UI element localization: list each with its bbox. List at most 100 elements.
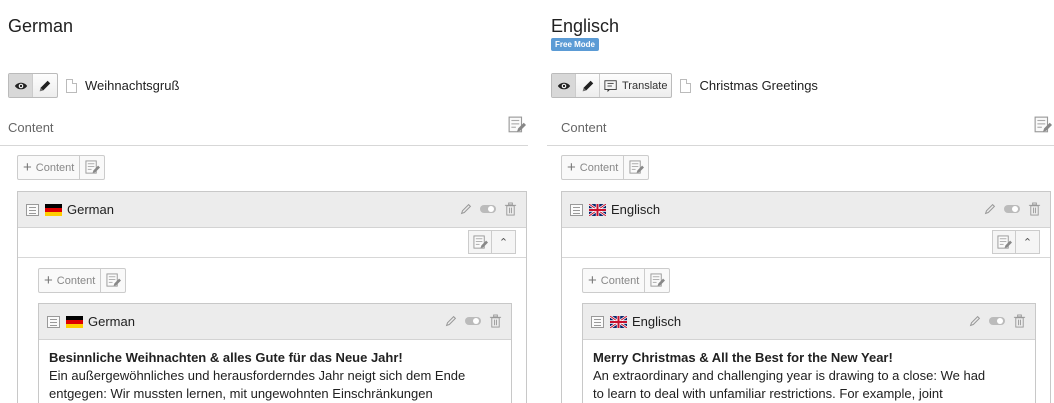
collapse-button[interactable]: ⌃: [492, 231, 515, 253]
uk-flag-icon: [589, 204, 606, 216]
edit-column-button[interactable]: [508, 116, 526, 137]
inner-paste-content-button[interactable]: [645, 269, 669, 292]
paste-content-button[interactable]: [624, 156, 648, 179]
view-button[interactable]: [9, 74, 33, 97]
edit-element-button[interactable]: [441, 311, 461, 331]
inner-add-content-button[interactable]: + Content: [38, 268, 127, 293]
toggle-visibility-button[interactable]: [987, 311, 1007, 331]
add-content-label: Content: [35, 161, 75, 174]
edit-element-button[interactable]: [980, 199, 1000, 219]
edit-content-icon: [508, 116, 526, 134]
container-title: German: [67, 202, 114, 217]
edit-element-button[interactable]: [456, 199, 476, 219]
toggle-icon: [1003, 203, 1021, 215]
edit-container-content-button[interactable]: [469, 231, 492, 253]
text-type-icon: [47, 315, 60, 328]
container-type-icon: [26, 203, 39, 216]
add-content-button[interactable]: + Content: [17, 155, 106, 180]
text-heading: Merry Christmas & All the Best for the N…: [593, 350, 893, 365]
view-button[interactable]: [552, 74, 576, 97]
toggle-visibility-button[interactable]: [1002, 199, 1022, 219]
eye-icon: [14, 79, 28, 93]
inner-paste-content-button[interactable]: [101, 269, 125, 292]
paste-content-button[interactable]: [80, 156, 104, 179]
page-title: Christmas Greetings: [699, 78, 818, 93]
element-actions: [441, 311, 505, 331]
container-type-icon: [570, 203, 583, 216]
toggle-icon: [464, 315, 482, 327]
translate-label: Translate: [622, 79, 668, 92]
chevron-up-icon: ⌃: [1022, 236, 1033, 249]
chevron-up-icon: ⌃: [498, 236, 509, 249]
page-toolbar: Translate Christmas Greetings: [551, 73, 818, 98]
trash-icon: [1028, 202, 1041, 217]
container-subbar-buttons: ⌃: [468, 230, 516, 254]
translate-button[interactable]: Translate: [600, 74, 671, 97]
language-title: Englisch: [551, 16, 620, 36]
plus-icon: +: [567, 159, 576, 176]
edit-content-icon: [1034, 116, 1052, 134]
eye-icon: [557, 79, 571, 93]
element-actions: [980, 199, 1044, 219]
language-title: German: [8, 16, 74, 36]
german-flag-icon: [45, 203, 62, 216]
container-element: Englisch ⌃ + Content Englisch Merry Chri…: [561, 191, 1051, 403]
edit-column-button[interactable]: [1034, 116, 1052, 137]
edit-container-content-button[interactable]: [993, 231, 1016, 253]
delete-element-button[interactable]: [500, 199, 520, 219]
delete-element-button[interactable]: [1024, 199, 1044, 219]
text-element-body[interactable]: Besinnliche Weihnachten & alles Gute für…: [39, 340, 511, 403]
edit-content-icon: [997, 235, 1012, 250]
container-subbar-buttons: ⌃: [992, 230, 1040, 254]
container-subbar: ⌃: [18, 228, 526, 258]
delete-element-button[interactable]: [485, 311, 505, 331]
edit-content-icon: [106, 273, 121, 288]
language-column-translation: Englisch Free Mode Translate Christmas G…: [547, 0, 1054, 403]
text-element-header[interactable]: German: [39, 304, 511, 340]
pencil-icon: [459, 202, 473, 216]
edit-content-icon: [473, 235, 488, 250]
content-column-header: Content: [547, 111, 1054, 146]
inner-add-content-button[interactable]: + Content: [582, 268, 671, 293]
content-column-label: Content: [561, 120, 607, 135]
edit-page-button[interactable]: [576, 74, 600, 97]
add-content-button[interactable]: + Content: [561, 155, 650, 180]
container-element-header[interactable]: Englisch: [562, 192, 1050, 228]
text-element-header[interactable]: Englisch: [583, 304, 1035, 340]
toggle-icon: [988, 315, 1006, 327]
text-type-icon: [591, 315, 604, 328]
text-element: Englisch Merry Christmas & All the Best …: [582, 303, 1036, 403]
page-icon: [680, 78, 692, 93]
delete-element-button[interactable]: [1009, 311, 1029, 331]
collapse-button[interactable]: ⌃: [1016, 231, 1039, 253]
text-line: An extraordinary and challenging year is…: [593, 368, 986, 383]
edit-content-icon: [85, 160, 100, 175]
add-content-label-wrap: + Content: [18, 156, 81, 179]
text-line: entgegen: Wir mussten lernen, mit ungewo…: [49, 386, 433, 401]
toggle-icon: [479, 203, 497, 215]
inner-add-content-label-wrap: + Content: [583, 269, 646, 292]
text-line: to learn to deal with unfamiliar restric…: [593, 386, 943, 401]
uk-flag-icon: [610, 316, 627, 328]
pencil-icon: [444, 314, 458, 328]
content-column-label: Content: [8, 120, 54, 135]
element-actions: [965, 311, 1029, 331]
container-element-header[interactable]: German: [18, 192, 526, 228]
plus-icon: +: [588, 272, 597, 289]
pencil-icon: [581, 79, 595, 93]
mode-badge: Free Mode: [551, 38, 600, 51]
trash-icon: [489, 314, 502, 329]
edit-element-button[interactable]: [965, 311, 985, 331]
edit-page-button[interactable]: [33, 74, 57, 97]
text-element-title: Englisch: [632, 314, 682, 329]
plus-icon: +: [44, 272, 53, 289]
text-element-body[interactable]: Merry Christmas & All the Best for the N…: [583, 340, 1035, 403]
pencil-icon: [968, 314, 982, 328]
text-element: German Besinnliche Weihnachten & alles G…: [38, 303, 512, 403]
edit-content-icon: [629, 160, 644, 175]
toggle-visibility-button[interactable]: [463, 311, 483, 331]
pencil-icon: [38, 79, 52, 93]
toggle-visibility-button[interactable]: [478, 199, 498, 219]
content-column-header: Content: [0, 111, 528, 146]
text-line: Ein außergewöhnliches und herausfordernd…: [49, 368, 466, 383]
